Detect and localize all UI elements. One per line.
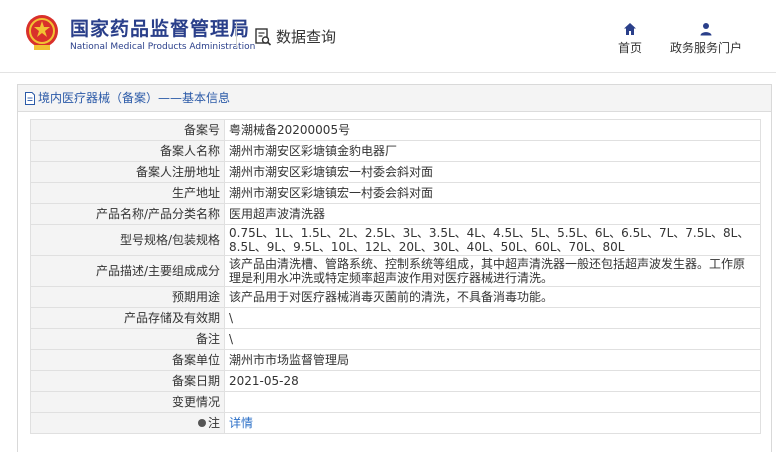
row-value: 潮州市市场监督管理局 (224, 349, 761, 371)
table-row: 备案人名称 潮州市潮安区彩塘镇金豹电器厂 (30, 140, 761, 162)
row-label: 备案单位 (30, 349, 225, 371)
row-value: 0.75L、1L、1.5L、2L、2.5L、3L、3.5L、4L、4.5L、5L… (224, 224, 761, 256)
data-query-link[interactable]: 数据查询 (254, 26, 336, 47)
table-row: 备案人注册地址 潮州市潮安区彩塘镇宏一村委会斜对面 (30, 161, 761, 183)
nav-home-label: 首页 (618, 41, 643, 55)
row-label: 产品名称/产品分类名称 (30, 203, 225, 225)
table-row: 备案号 粤潮械备20200005号 (30, 119, 761, 141)
nav-service-portal[interactable]: 政务服务门户 (670, 22, 742, 56)
panel-title-text: 境内医疗器械（备案）——基本信息 (38, 91, 231, 105)
table-row: 产品描述/主要组成成分 该产品由清洗槽、管路系统、控制系统等组成，其中超声清洗器… (30, 255, 761, 287)
row-value (224, 391, 761, 413)
header-divider (236, 22, 237, 48)
table-row: 产品名称/产品分类名称 医用超声波清洗器 (30, 203, 761, 225)
note-label-cell: 注 (30, 412, 225, 434)
site-header: 国家药品监督管理局 National Medical Products Admi… (0, 0, 776, 73)
row-label: 变更情况 (30, 391, 225, 413)
row-value: 该产品由清洗槽、管路系统、控制系统等组成，其中超声清洗器一般还包括超声波发生器。… (224, 255, 761, 287)
row-label: 预期用途 (30, 286, 225, 308)
org-name-en: National Medical Products Administration (70, 42, 256, 52)
detail-panel: 境内医疗器械（备案）——基本信息 备案号 粤潮械备20200005号 备案人名称… (17, 84, 772, 452)
home-icon (624, 23, 636, 35)
row-label: 产品描述/主要组成成分 (30, 255, 225, 287)
table-row: 产品存储及有效期 \ (30, 307, 761, 329)
nav-home[interactable]: 首页 (618, 22, 642, 56)
row-value: 潮州市潮安区彩塘镇金豹电器厂 (224, 140, 761, 162)
row-label: 备注 (30, 328, 225, 350)
national-emblem-icon (26, 15, 58, 50)
row-value: 2021-05-28 (224, 370, 761, 392)
row-label: 生产地址 (30, 182, 225, 204)
user-icon (700, 23, 712, 36)
table-row: 备案单位 潮州市市场监督管理局 (30, 349, 761, 371)
table-row: 变更情况 (30, 391, 761, 413)
row-value: 粤潮械备20200005号 (224, 119, 761, 141)
bulb-icon (197, 418, 206, 427)
table-row: 备案日期 2021-05-28 (30, 370, 761, 392)
row-value: 医用超声波清洗器 (224, 203, 761, 225)
table-row: 注 详情 (30, 412, 761, 434)
row-value: 潮州市潮安区彩塘镇宏一村委会斜对面 (224, 182, 761, 204)
info-table: 备案号 粤潮械备20200005号 备案人名称 潮州市潮安区彩塘镇金豹电器厂 备… (30, 119, 761, 434)
document-icon (25, 91, 35, 105)
row-value: \ (224, 307, 761, 329)
row-value: \ (224, 328, 761, 350)
table-row: 生产地址 潮州市潮安区彩塘镇宏一村委会斜对面 (30, 182, 761, 204)
table-row: 预期用途 该产品用于对医疗器械消毒灭菌前的清洗，不具备消毒功能。 (30, 286, 761, 308)
table-row: 型号规格/包装规格 0.75L、1L、1.5L、2L、2.5L、3L、3.5L、… (30, 224, 761, 256)
row-label: 型号规格/包装规格 (30, 224, 225, 256)
row-value: 该产品用于对医疗器械消毒灭菌前的清洗，不具备消毒功能。 (224, 286, 761, 308)
org-name-cn: 国家药品监督管理局 (70, 18, 251, 40)
details-link[interactable]: 详情 (229, 416, 253, 430)
row-label: 备案人名称 (30, 140, 225, 162)
row-label: 产品存储及有效期 (30, 307, 225, 329)
row-label: 备案号 (30, 119, 225, 141)
row-label: 备案人注册地址 (30, 161, 225, 183)
document-search-icon (255, 27, 272, 46)
row-value: 潮州市潮安区彩塘镇宏一村委会斜对面 (224, 161, 761, 183)
row-label: 注 (207, 416, 220, 430)
row-label: 备案日期 (30, 370, 225, 392)
data-query-label: 数据查询 (276, 28, 337, 46)
table-row: 备注 \ (30, 328, 761, 350)
nav-service-portal-label: 政务服务门户 (670, 41, 743, 55)
row-value: 详情 (224, 412, 761, 434)
panel-title: 境内医疗器械（备案）——基本信息 (18, 85, 771, 112)
